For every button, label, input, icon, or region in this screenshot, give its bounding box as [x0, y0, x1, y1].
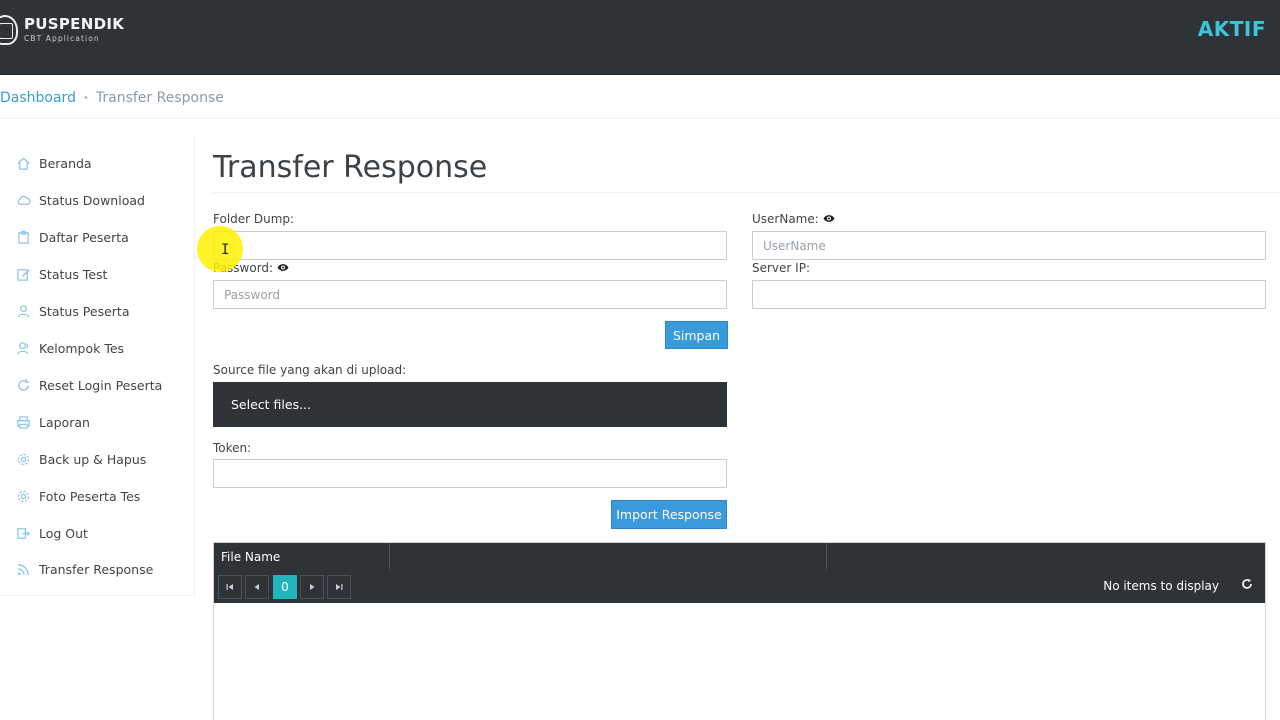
breadcrumb-home-link[interactable]: Dashboard	[0, 90, 76, 106]
first-page-button[interactable]	[218, 575, 242, 599]
pager-info: No items to display	[1103, 579, 1219, 593]
page-title: Transfer Response	[213, 150, 488, 185]
edit-icon	[15, 266, 31, 282]
sidebar-item-foto-peserta-tes[interactable]: Foto Peserta Tes	[15, 486, 140, 506]
refresh-icon	[15, 377, 31, 393]
breadcrumb-separator: •	[82, 92, 89, 104]
sidebar-item-backup-hapus[interactable]: Back up & Hapus	[15, 449, 146, 469]
username-input[interactable]	[752, 231, 1266, 260]
grid-pager: 0 No items to display	[214, 570, 1265, 603]
logo-title: PUSPENDIK	[24, 15, 125, 34]
sidebar-item-status-test[interactable]: Status Test	[15, 264, 107, 284]
source-file-label: Source file yang akan di upload:	[213, 363, 407, 377]
prev-page-button[interactable]	[245, 575, 269, 599]
app-logo[interactable]: PUSPENDIK CBT Application	[0, 15, 124, 45]
sidebar-item-status-peserta[interactable]: Status Peserta	[15, 301, 130, 321]
eye-icon[interactable]	[823, 213, 835, 226]
grid-header: File Name	[214, 543, 1265, 570]
username-label: UserName:	[752, 212, 835, 226]
folder-dump-label: Folder Dump:	[213, 212, 295, 226]
current-page[interactable]: 0	[273, 575, 297, 599]
gear-icon	[15, 488, 31, 504]
save-button[interactable]: Simpan	[665, 321, 728, 349]
sidebar: Beranda Status Download Daftar Peserta S…	[0, 136, 195, 596]
sidebar-item-status-download[interactable]: Status Download	[15, 190, 145, 210]
user-group-icon	[15, 340, 31, 356]
logo-subtitle: CBT Application	[24, 34, 100, 44]
cloud-icon	[15, 192, 31, 208]
gear-icon	[15, 451, 31, 467]
breadcrumb-current: Transfer Response	[95, 90, 224, 106]
server-ip-label: Server IP:	[752, 261, 810, 275]
breadcrumb-divider	[0, 118, 1280, 119]
sidebar-item-transfer-response[interactable]: Transfer Response	[15, 559, 153, 579]
server-ip-input[interactable]	[752, 280, 1266, 309]
column-2[interactable]	[390, 543, 827, 570]
printer-icon	[15, 414, 31, 430]
prev-page-icon	[254, 584, 259, 590]
last-page-icon	[336, 584, 343, 590]
rss-icon	[15, 561, 31, 577]
token-label: Token:	[213, 441, 252, 455]
text-cursor-icon: I	[221, 242, 230, 258]
breadcrumb: Dashboard • Transfer Response	[0, 90, 224, 106]
sidebar-item-beranda[interactable]: Beranda	[15, 153, 92, 173]
home-icon	[15, 155, 31, 171]
token-input[interactable]	[213, 459, 727, 488]
sidebar-item-kelompok-tes[interactable]: Kelompok Tes	[15, 338, 124, 358]
app-header: PUSPENDIK CBT Application AKTIF	[0, 0, 1280, 75]
import-response-button[interactable]: Import Response	[611, 500, 727, 529]
next-page-icon	[310, 584, 315, 590]
next-page-button[interactable]	[300, 575, 324, 599]
status-indicator: AKTIF	[1197, 17, 1266, 41]
clipboard-icon	[15, 229, 31, 245]
refresh-icon[interactable]	[1241, 578, 1253, 594]
user-icon	[15, 303, 31, 319]
sidebar-item-log-out[interactable]: Log Out	[15, 523, 88, 543]
select-files-button[interactable]: Select files...	[213, 382, 727, 427]
column-file-name[interactable]: File Name	[214, 543, 390, 570]
column-3[interactable]	[827, 543, 1265, 570]
sidebar-item-laporan[interactable]: Laporan	[15, 412, 90, 432]
eye-icon[interactable]	[277, 262, 289, 275]
logo-emblem-icon	[0, 15, 18, 45]
password-input[interactable]	[213, 280, 727, 309]
logout-icon	[15, 525, 31, 541]
file-grid: File Name 0 No items to display	[213, 542, 1266, 720]
folder-dump-input[interactable]	[213, 231, 727, 260]
cursor-highlight	[197, 226, 243, 272]
sidebar-item-reset-login-peserta[interactable]: Reset Login Peserta	[15, 375, 162, 395]
title-divider	[213, 192, 1280, 193]
sidebar-item-daftar-peserta[interactable]: Daftar Peserta	[15, 227, 129, 247]
last-page-button[interactable]	[327, 575, 351, 599]
first-page-icon	[226, 584, 233, 590]
